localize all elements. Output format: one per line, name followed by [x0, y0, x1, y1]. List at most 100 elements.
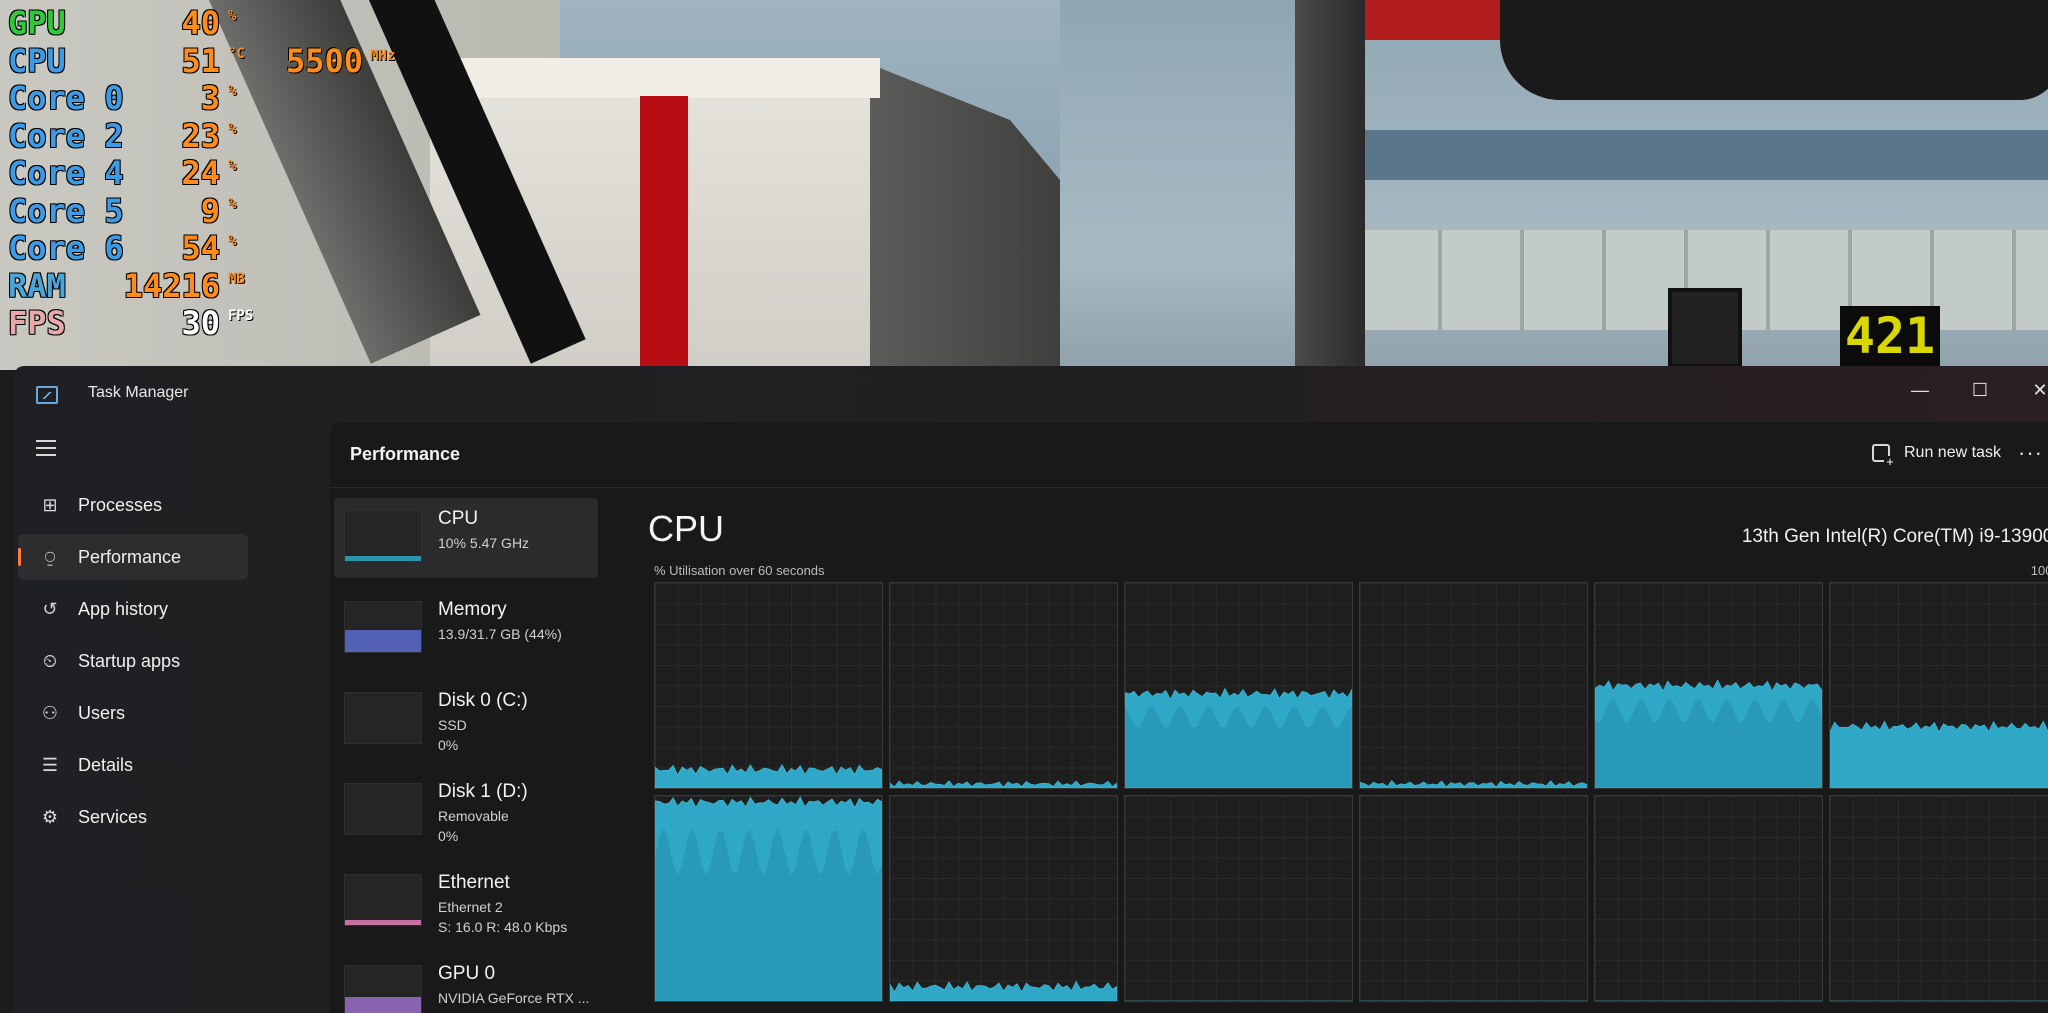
core-graph: [1829, 582, 2048, 789]
page-title: Performance: [350, 444, 461, 464]
scene-window-band: [1360, 130, 2048, 180]
sidebar-item-label: Performance: [78, 547, 182, 567]
core-graph: [1359, 795, 1588, 1002]
sidebar-item-details[interactable]: ☰ Details: [18, 742, 248, 788]
close-button[interactable]: ✕: [2020, 372, 2048, 408]
osd-label: Core 6: [8, 229, 124, 267]
processes-icon: ⊞: [42, 495, 58, 515]
osd-label: CPU: [8, 41, 66, 80]
device-name: Ethernet: [438, 872, 510, 893]
users-icon: ⚇: [41, 703, 59, 723]
utilisation-max: 100%: [2030, 563, 2048, 578]
core-usage-area: [890, 981, 1117, 1001]
ammo-counter: 421: [1840, 306, 1940, 366]
device-item-memory[interactable]: Memory 13.9/31.7 GB (44%): [334, 589, 598, 669]
window-title: Task Manager: [88, 384, 189, 401]
services-icon: ⚙: [41, 807, 59, 827]
osd-value: 9: [200, 191, 220, 230]
run-new-task-label: Run new task: [1904, 444, 2001, 461]
device-name: Memory: [438, 599, 507, 620]
osd-value: 51: [181, 41, 220, 80]
device-detail: NVIDIA GeForce RTX ...: [438, 990, 590, 1006]
hamburger-menu-icon[interactable]: [36, 440, 56, 456]
device-thumbnail-graph: [344, 783, 422, 835]
core-kernel-area: [1125, 705, 1352, 788]
osd-label: Core 4: [8, 154, 124, 192]
sidebar-item-startup-apps[interactable]: ⏲ Startup apps: [18, 638, 248, 684]
device-usage: S: 16.0 R: 48.0 Kbps: [438, 919, 568, 935]
osd-label: FPS: [8, 304, 66, 342]
osd-value: 54: [181, 229, 220, 267]
device-thumbnail-graph: [344, 874, 422, 926]
core-graph: [1124, 582, 1353, 789]
sidebar-item-label: Startup apps: [78, 651, 181, 671]
device-usage-fill: [345, 556, 421, 561]
device-item-ethernet[interactable]: Ethernet Ethernet 2 S: 16.0 R: 48.0 Kbps: [334, 862, 598, 942]
app-history-icon: ↺: [42, 599, 58, 619]
core-graph: [654, 582, 883, 789]
osd-row: GPU 40%: [0, 4, 420, 42]
game-viewport[interactable]: 421 GPU 40% CPU 51 °C 5500 MHz Core 0 3% Core 2 23…: [0, 0, 2048, 370]
core-usage-area: [890, 781, 1117, 788]
device-item-cpu[interactable]: CPU 10% 5.47 GHz: [334, 498, 598, 578]
osd-unit: %: [228, 83, 237, 99]
core-graph: [889, 582, 1118, 789]
osd-label: Core 5: [8, 191, 124, 230]
device-detail: 13.9/31.7 GB (44%): [438, 626, 562, 642]
device-usage: 0%: [438, 737, 459, 753]
core-graph: [1359, 582, 1588, 789]
osd-unit: %: [228, 195, 237, 212]
task-manager-window: Task Manager — ☐ ✕ ⊞ Processes ⍜ Performanc…: [14, 366, 2048, 1013]
sidebar-item-processes[interactable]: ⊞ Processes: [18, 482, 248, 528]
more-options-button[interactable]: ···: [2018, 440, 2043, 466]
osd-label: Core 0: [8, 79, 124, 117]
osd-clock-value: 5500: [286, 41, 364, 80]
device-detail: SSD: [438, 717, 467, 733]
core-graph: [1594, 795, 1823, 1002]
core-usage-area: [1360, 781, 1587, 788]
core-usage-area: [655, 765, 882, 788]
device-detail: Removable: [438, 808, 509, 824]
device-name: Disk 1 (D:): [438, 781, 528, 802]
device-detail: Ethernet 2: [438, 899, 503, 915]
sidebar-item-label: Processes: [78, 495, 163, 515]
content-header: Performance Run new task ···: [330, 422, 2048, 488]
osd-unit: FPS: [228, 308, 254, 324]
sidebar-item-users[interactable]: ⚇ Users: [18, 690, 248, 736]
osd-row: FPS 30 FPS: [0, 304, 420, 342]
performance-panel: Performance Run new task ··· CPU 10% 5.47…: [330, 422, 2048, 1013]
osd-row: Core 5 9%: [0, 192, 420, 230]
core-graph: [1594, 582, 1823, 789]
sidebar-item-label: Users: [78, 703, 126, 723]
scene-pillar: [1295, 0, 1365, 370]
task-manager-icon: [36, 386, 58, 404]
sidebar-item-services[interactable]: ⚙ Services: [18, 794, 248, 840]
osd-clock-unit: MHz: [370, 47, 396, 64]
osd-unit: %: [228, 120, 237, 137]
device-item-disk-0-c[interactable]: Disk 0 (C:) SSD 0%: [334, 680, 598, 760]
device-thumbnail-graph: [344, 965, 422, 1013]
maximize-button[interactable]: ☐: [1960, 372, 2000, 408]
device-item-disk-1-d[interactable]: Disk 1 (D:) Removable 0%: [334, 771, 598, 851]
startup-apps-icon: ⏲: [42, 651, 58, 671]
device-item-gpu-0[interactable]: GPU 0NVIDIA GeForce RTX ...39% (51 °C): [334, 953, 598, 1013]
device-name: Disk 0 (C:): [438, 690, 528, 711]
osd-value: 24: [181, 154, 220, 192]
performance-overlay: GPU 40% CPU 51 °C 5500 MHz Core 0 3% Core 2 23% Cor…: [0, 4, 420, 342]
title-bar[interactable]: Task Manager — ☐ ✕: [14, 366, 2048, 422]
osd-unit: %: [228, 158, 237, 174]
osd-row: Core 0 3%: [0, 79, 420, 117]
osd-value: 3: [200, 79, 220, 117]
sidebar-item-label: App history: [78, 599, 169, 619]
sidebar-item-performance[interactable]: ⍜ Performance: [18, 534, 248, 580]
details-icon: ☰: [41, 755, 59, 775]
scene-weapon: [1500, 0, 2048, 100]
osd-unit: %: [228, 8, 237, 24]
scene-box-top: [430, 58, 880, 98]
graph-title: CPU: [648, 508, 725, 549]
scene-red-stripe: [640, 96, 688, 370]
device-name: CPU: [438, 508, 479, 529]
minimize-button[interactable]: —: [1900, 372, 1940, 408]
sidebar-item-app-history[interactable]: ↺ App history: [18, 586, 248, 632]
osd-row: CPU 51 °C 5500 MHz: [0, 42, 420, 80]
